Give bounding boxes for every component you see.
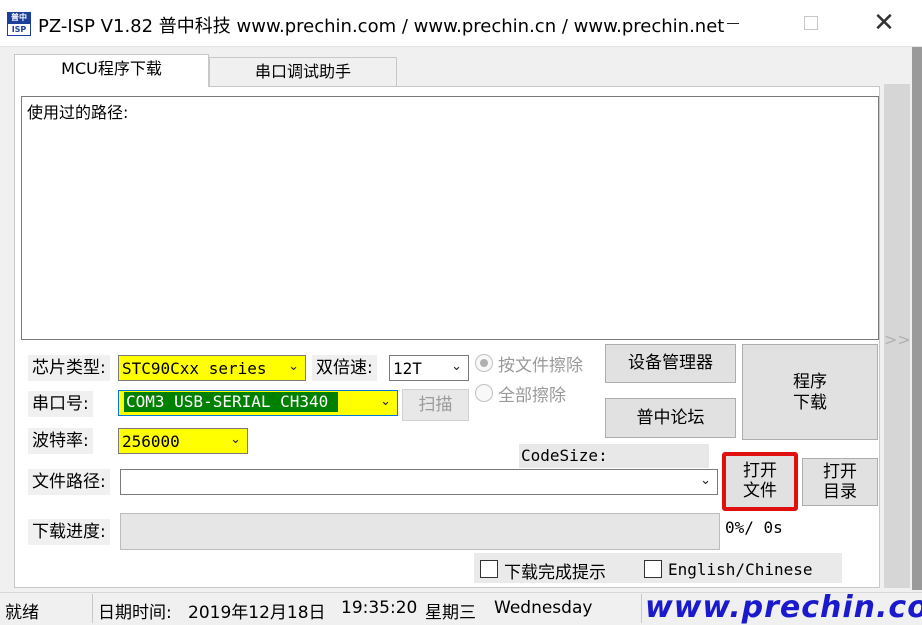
scan-button[interactable]: 扫描 — [402, 389, 469, 421]
chip-type-value: STC90Cxx series — [122, 359, 267, 378]
program-download-line2: 下载 — [793, 393, 827, 413]
program-download-line1: 程序 — [793, 372, 827, 392]
status-time: 19:35:20 — [341, 598, 418, 618]
download-complete-notify-checkbox[interactable] — [480, 560, 498, 578]
speed-label: 双倍速: — [312, 355, 377, 381]
port-select[interactable]: COM3 USB-SERIAL CH340 ⌄ — [118, 390, 398, 416]
open-directory-line2: 目录 — [823, 482, 857, 502]
open-directory-line1: 打开 — [823, 462, 857, 482]
window-title: PZ-ISP V1.82 普中科技 www.prechin.com / www.… — [38, 16, 725, 37]
erase-by-file-label: 按文件擦除 — [498, 356, 583, 376]
status-weekday: 星期三 — [425, 603, 476, 623]
forum-button[interactable]: 普中论坛 — [605, 398, 736, 438]
close-button[interactable]: ✕ — [851, 0, 917, 47]
chevron-down-icon: ⌄ — [288, 359, 299, 374]
tab-serial-assistant[interactable]: 串口调试助手 — [209, 57, 397, 87]
background-window-edge — [912, 47, 922, 590]
baud-select[interactable]: 256000 ⌄ — [118, 428, 248, 454]
history-log-textarea[interactable]: 使用过的路径: — [21, 96, 879, 340]
open-file-button[interactable]: 打开 文件 — [722, 452, 798, 511]
language-toggle-label: English/Chinese — [668, 560, 813, 579]
download-progress-bar — [120, 513, 720, 550]
tab-mcu-download[interactable]: MCU程序下载 — [14, 54, 209, 87]
open-file-line2: 文件 — [743, 481, 777, 501]
download-complete-notify-label: 下载完成提示 — [504, 563, 606, 583]
chip-type-select[interactable]: STC90Cxx series ⌄ — [118, 355, 306, 381]
speed-select[interactable]: 12T ⌄ — [389, 355, 469, 381]
status-date: 2019年12月18日 — [188, 603, 326, 623]
baud-value: 256000 — [122, 432, 180, 451]
erase-by-file-radio[interactable] — [475, 354, 493, 372]
port-value: COM3 USB-SERIAL CH340 — [124, 392, 339, 412]
brand-watermark: www.prechin.com — [645, 590, 922, 625]
open-file-line1: 打开 — [743, 461, 777, 481]
app-icon-bottom-text: ISP — [8, 24, 30, 35]
radio-dot — [480, 359, 488, 367]
file-path-select[interactable]: ⌄ — [120, 469, 718, 495]
erase-all-label: 全部擦除 — [498, 386, 566, 406]
codesize-label: CodeSize: — [519, 444, 709, 468]
status-weekday-en: Wednesday — [494, 598, 593, 618]
chevron-down-icon: ⌄ — [380, 394, 391, 409]
status-divider — [92, 594, 93, 623]
speed-value: 12T — [393, 359, 422, 378]
chevron-down-icon: ⌄ — [700, 473, 711, 488]
baud-label: 波特率: — [28, 428, 93, 454]
history-log-text: 使用过的路径: — [27, 103, 129, 122]
app-icon-top-text: 普中 — [11, 13, 27, 22]
maximize-button[interactable] — [777, 0, 843, 47]
file-path-label: 文件路径: — [28, 469, 110, 495]
minimize-icon — [727, 23, 739, 24]
language-toggle-checkbox[interactable] — [644, 560, 662, 578]
chevron-down-icon: ⌄ — [230, 432, 241, 447]
device-manager-button[interactable]: 设备管理器 — [605, 344, 736, 383]
port-label: 串口号: — [28, 391, 93, 417]
title-bar[interactable]: 普中 ISP PZ-ISP V1.82 普中科技 www.prechin.com… — [0, 0, 922, 47]
status-ready: 就绪 — [5, 603, 39, 623]
status-datetime-label: 日期时间: — [98, 603, 172, 623]
expand-arrows-icon[interactable]: >> — [884, 330, 911, 349]
open-directory-button[interactable]: 打开 目录 — [802, 458, 878, 506]
progress-text: 0%/ 0s — [725, 518, 783, 537]
maximize-icon — [804, 16, 818, 30]
program-download-button[interactable]: 程序 下载 — [742, 344, 878, 440]
progress-label: 下载进度: — [28, 519, 110, 545]
chevron-down-icon: ⌄ — [451, 359, 462, 374]
chip-type-label: 芯片类型: — [28, 355, 110, 381]
app-icon: 普中 ISP — [7, 12, 31, 36]
status-divider — [641, 594, 642, 623]
minimize-button[interactable] — [700, 0, 766, 47]
erase-all-radio[interactable] — [475, 384, 493, 402]
close-icon: ✕ — [873, 8, 895, 38]
